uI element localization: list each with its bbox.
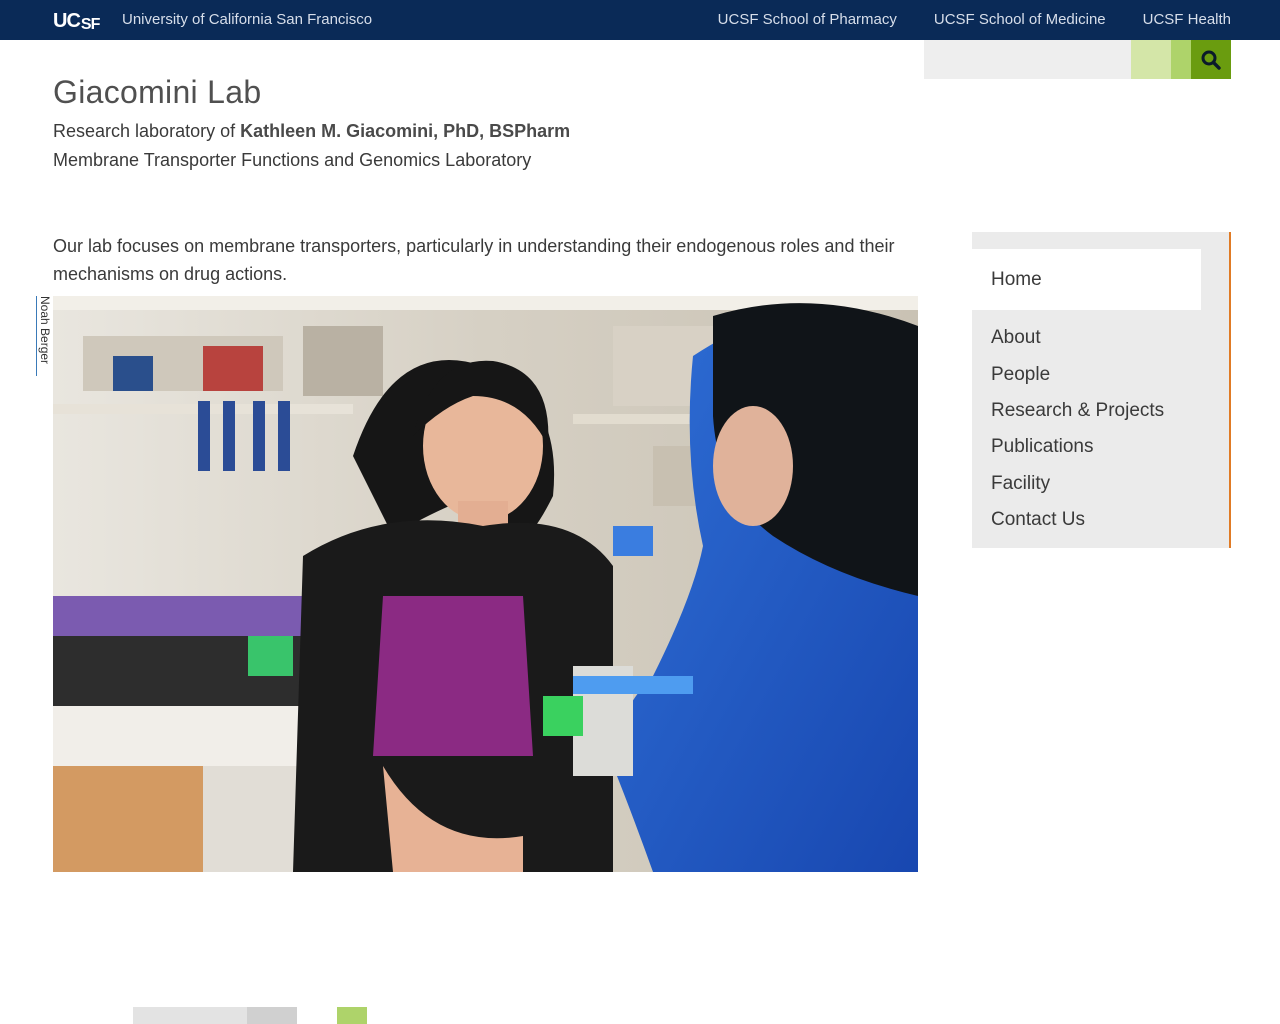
footer-decor-block-3	[337, 1007, 367, 1024]
search-decor-stripe	[1131, 40, 1171, 79]
search-bar	[924, 40, 1231, 79]
lab-photo-illustration	[53, 296, 918, 872]
photo-credit-text: Noah Berger	[38, 296, 52, 365]
photo-credit: Noah Berger	[36, 296, 52, 376]
logo-sf-text: SF	[80, 16, 100, 33]
logo-uc-text: UC	[53, 10, 81, 32]
school-of-pharmacy-link[interactable]: UCSF School of Pharmacy	[718, 11, 897, 28]
site-title[interactable]: Giacomini Lab	[53, 74, 261, 111]
ucsf-health-link[interactable]: UCSF Health	[1143, 11, 1231, 28]
school-of-medicine-link[interactable]: UCSF School of Medicine	[934, 11, 1106, 28]
sidebar-nav: Home About People Research & Projects Pu…	[972, 232, 1231, 548]
subtitle-prefix: Research laboratory of	[53, 121, 241, 141]
university-name-link[interactable]: University of California San Francisco	[122, 11, 372, 28]
search-icon	[1201, 50, 1221, 70]
search-button[interactable]	[1191, 40, 1231, 79]
sidebar-item-home[interactable]: Home	[972, 249, 1201, 310]
sidebar-item-facility[interactable]: Facility	[991, 466, 1164, 502]
sidebar-item-about[interactable]: About	[991, 320, 1164, 356]
intro-paragraph: Our lab focuses on membrane transporters…	[53, 236, 895, 284]
sidebar-item-contact[interactable]: Contact Us	[991, 502, 1164, 538]
sidebar-item-research[interactable]: Research & Projects	[991, 393, 1164, 429]
sidebar-item-people[interactable]: People	[991, 356, 1164, 392]
ucsf-logo[interactable]: UC SF	[53, 5, 100, 33]
top-links: UCSF School of Pharmacy UCSF School of M…	[718, 11, 1231, 28]
lab-subtitle: Research laboratory of Kathleen M. Giaco…	[53, 121, 570, 142]
lab-photo	[53, 296, 918, 872]
search-decor-stripe-2	[1171, 40, 1191, 79]
footer-decor-block	[133, 1007, 247, 1024]
sidebar-list: About People Research & Projects Publica…	[991, 320, 1164, 538]
footer-decor-block-2	[247, 1007, 297, 1024]
search-input[interactable]	[924, 40, 1131, 79]
sidebar-item-publications[interactable]: Publications	[991, 429, 1164, 465]
top-bar: UC SF University of California San Franc…	[0, 0, 1280, 40]
pi-name: Kathleen M. Giacomini, PhD, BSPharm	[240, 121, 571, 141]
lab-description: Membrane Transporter Functions and Genom…	[53, 150, 532, 170]
